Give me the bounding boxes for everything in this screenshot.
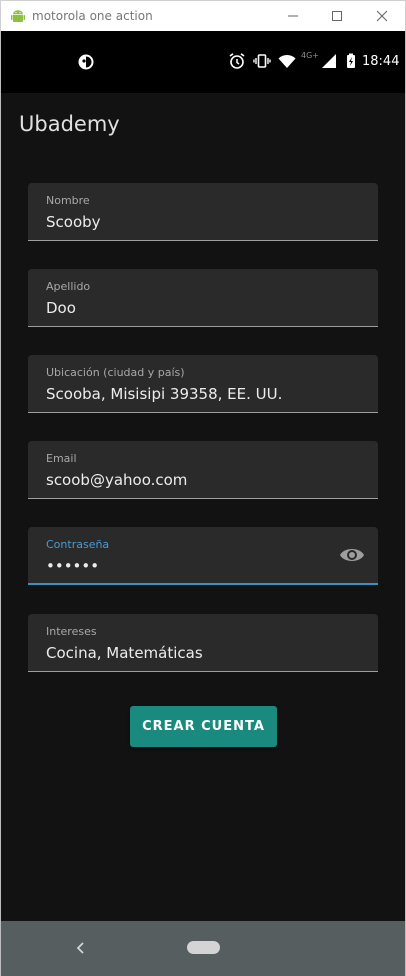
maximize-icon[interactable] — [328, 7, 346, 25]
nombre-label: Nombre — [46, 194, 90, 207]
vibrate-icon — [253, 54, 271, 68]
navigation-bar — [1, 921, 405, 976]
create-account-button[interactable]: CREAR CUENTA — [130, 706, 277, 747]
password-field[interactable]: Contraseña •••••• — [28, 527, 378, 585]
wifi-icon — [278, 54, 296, 68]
ubicacion-label: Ubicación (ciudad y país) — [46, 366, 185, 379]
email-field[interactable]: Email scoob@yahoo.com — [28, 441, 378, 499]
window-titlebar: motorola one action — [0, 0, 406, 31]
phone-screen: 4G+ 18:44 Ubademy Nombre Scooby Apellido… — [0, 31, 406, 976]
ubicacion-value[interactable]: Scooba, Misisipi 39358, EE. UU. — [46, 385, 282, 403]
apellido-field[interactable]: Apellido Doo — [28, 269, 378, 327]
back-icon[interactable] — [73, 939, 87, 957]
email-label: Email — [46, 452, 77, 465]
nombre-value[interactable]: Scooby — [46, 213, 101, 231]
network-type-label: 4G+ — [301, 51, 319, 60]
status-time: 18:44 — [362, 54, 400, 69]
eye-icon[interactable] — [339, 545, 365, 565]
apellido-value[interactable]: Doo — [46, 299, 76, 317]
ubicacion-field[interactable]: Ubicación (ciudad y país) Scooba, Misisi… — [28, 355, 378, 413]
signal-icon — [322, 54, 336, 68]
intereses-label: Intereses — [46, 625, 97, 638]
home-button[interactable] — [187, 941, 220, 954]
password-label: Contraseña — [46, 538, 110, 551]
password-value[interactable]: •••••• — [46, 557, 99, 575]
window-title: motorola one action — [32, 9, 153, 23]
app-title: Ubademy — [19, 112, 120, 136]
close-icon[interactable] — [373, 7, 391, 25]
battery-icon — [347, 53, 355, 68]
alarm-icon — [229, 53, 245, 69]
status-bar: 4G+ 18:44 — [1, 31, 405, 93]
app-notification-icon — [78, 54, 94, 70]
apellido-label: Apellido — [46, 280, 91, 293]
intereses-value[interactable]: Cocina, Matemáticas — [46, 644, 203, 662]
android-icon — [11, 10, 25, 22]
nombre-field[interactable]: Nombre Scooby — [28, 183, 378, 241]
email-value[interactable]: scoob@yahoo.com — [46, 471, 187, 489]
intereses-field[interactable]: Intereses Cocina, Matemáticas — [28, 614, 378, 672]
minimize-icon[interactable] — [284, 7, 302, 25]
